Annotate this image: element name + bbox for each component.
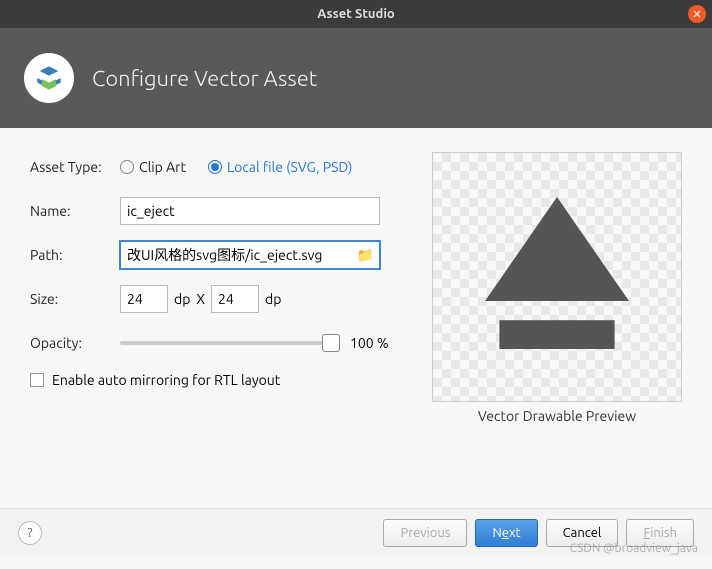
next-button[interactable]: Next [475,519,537,547]
asset-type-label: Asset Type: [30,159,120,175]
slider-thumb-icon[interactable] [322,334,340,352]
path-input[interactable] [120,241,380,269]
window-title: Asset Studio [317,7,395,21]
height-input[interactable] [211,285,259,313]
finish-button[interactable]: Finish [626,519,694,547]
width-input[interactable] [120,285,168,313]
eject-icon [477,187,637,367]
opacity-row: Opacity: 100 % [30,328,402,358]
close-button[interactable]: ✕ [688,5,706,23]
rtl-checkbox[interactable] [30,373,44,387]
radio-clip-art[interactable]: Clip Art [120,159,186,175]
preview-panel: Vector Drawable Preview [432,152,682,424]
titlebar: Asset Studio ✕ [0,0,712,28]
help-button[interactable]: ? [18,521,42,545]
preview-canvas [432,152,682,402]
folder-icon[interactable]: 📁 [357,247,374,264]
radio-local-file[interactable]: Local file (SVG, PSD) [208,159,352,175]
name-input[interactable] [120,197,380,225]
app-icon [24,53,74,103]
opacity-value: 100 % [350,335,389,351]
rtl-label: Enable auto mirroring for RTL layout [52,372,280,388]
opacity-label: Opacity: [30,335,120,351]
close-icon: ✕ [692,8,701,21]
path-label: Path: [30,247,120,263]
form-panel: Asset Type: Clip Art Local file (SVG, PS… [30,152,402,424]
name-label: Name: [30,203,120,219]
previous-button[interactable]: Previous [383,519,467,547]
preview-caption: Vector Drawable Preview [432,408,682,424]
opacity-slider[interactable] [120,333,340,353]
size-unit-h: dp [265,291,281,307]
cancel-button[interactable]: Cancel [546,519,619,547]
size-x: X [196,291,205,307]
name-row: Name: [30,196,402,226]
button-bar: ? Previous Next Cancel Finish [0,508,712,557]
size-row: Size: dp X dp [30,284,402,314]
asset-type-row: Asset Type: Clip Art Local file (SVG, PS… [30,152,402,182]
radio-label: Clip Art [139,159,186,175]
radio-icon [120,160,134,174]
asset-type-radio-group: Clip Art Local file (SVG, PSD) [120,159,352,175]
header: Configure Vector Asset [0,28,712,128]
rtl-row: Enable auto mirroring for RTL layout [30,372,402,388]
path-row: Path: 📁 [30,240,402,270]
radio-label: Local file (SVG, PSD) [227,159,352,175]
page-title: Configure Vector Asset [92,66,317,91]
size-label: Size: [30,291,120,307]
help-icon: ? [27,526,32,540]
content: Asset Type: Clip Art Local file (SVG, PS… [0,128,712,436]
radio-icon [208,160,222,174]
size-unit-w: dp [174,291,190,307]
